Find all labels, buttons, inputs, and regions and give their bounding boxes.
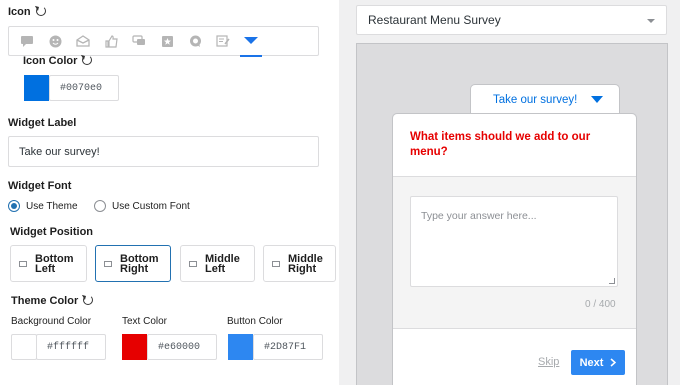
position-line-1: Bottom	[120, 252, 159, 265]
background-color-label: Background Color	[11, 316, 92, 327]
reset-icon[interactable]	[83, 295, 94, 305]
icon-color-swatch[interactable]	[24, 75, 49, 101]
chevron-down-icon	[647, 19, 655, 27]
smiley-icon[interactable]	[41, 27, 69, 55]
icon-color-input[interactable]: #0070e0	[49, 75, 119, 101]
text-color-label: Text Color	[122, 316, 168, 327]
middle-right-icon	[272, 260, 280, 267]
icon-color-heading: Icon Color	[23, 55, 93, 67]
use-theme-label: Use Theme	[26, 200, 78, 212]
icon-color-heading-text: Icon Color	[23, 55, 78, 67]
position-bottom-right-label: Bottom Right	[120, 252, 159, 275]
position-middle-left[interactable]: Middle Left	[180, 245, 255, 282]
survey-select-value: Restaurant Menu Survey	[368, 13, 501, 27]
button-color-swatch[interactable]	[228, 334, 253, 360]
middle-left-icon	[189, 260, 197, 267]
bottom-right-icon	[104, 260, 112, 267]
widget-position-heading: Widget Position	[10, 226, 94, 238]
star-message-icon[interactable]	[153, 27, 181, 55]
theme-color-heading-text: Theme Color	[11, 295, 79, 307]
position-line-2: Left	[35, 262, 56, 275]
reset-icon[interactable]	[82, 55, 93, 65]
use-custom-font-label: Use Custom Font	[112, 200, 190, 212]
text-color-input[interactable]: #e60000	[147, 334, 217, 360]
radio-unchecked[interactable]	[94, 200, 106, 212]
answer-placeholder: Type your answer here...	[421, 210, 537, 222]
button-color-input[interactable]: #2D87F1	[253, 334, 323, 360]
position-line-1: Middle	[288, 252, 323, 265]
use-custom-font-radio[interactable]: Use Custom Font	[94, 200, 190, 212]
icon-heading-text: Icon	[8, 6, 31, 18]
reset-icon[interactable]	[35, 6, 46, 16]
chat-bubble-icon[interactable]	[13, 27, 41, 55]
position-line-2: Left	[205, 262, 226, 275]
next-button-label: Next	[579, 356, 604, 369]
next-button[interactable]: Next	[571, 350, 625, 375]
chevron-right-icon	[610, 358, 617, 367]
survey-select[interactable]: Restaurant Menu Survey	[356, 5, 667, 35]
position-line-1: Bottom	[35, 252, 74, 265]
position-line-2: Right	[288, 262, 317, 275]
theme-color-heading: Theme Color	[11, 295, 94, 307]
position-bottom-left-label: Bottom Left	[35, 252, 74, 275]
answer-textarea[interactable]: Type your answer here...	[410, 196, 618, 287]
speech-bubble-icon[interactable]	[181, 27, 209, 55]
envelope-icon[interactable]	[69, 27, 97, 55]
icon-picker	[8, 26, 319, 57]
thumbs-up-icon[interactable]	[97, 27, 125, 55]
position-middle-left-label: Middle Left	[205, 252, 240, 275]
widget-label-input[interactable]: Take our survey!	[8, 136, 319, 167]
widget-tab-label: Take our survey!	[493, 93, 578, 106]
position-middle-right[interactable]: Middle Right	[263, 245, 336, 282]
char-count: 0 / 400	[585, 299, 616, 310]
radio-checked[interactable]	[8, 200, 20, 212]
widget-tab[interactable]: Take our survey!	[470, 84, 620, 114]
position-bottom-left[interactable]: Bottom Left	[10, 245, 87, 282]
widget-font-heading: Widget Font	[8, 180, 72, 192]
position-line-1: Middle	[205, 252, 240, 265]
text-color-swatch[interactable]	[122, 334, 147, 360]
resize-handle-icon[interactable]	[609, 278, 615, 284]
background-color-swatch[interactable]	[11, 334, 37, 360]
use-theme-radio[interactable]: Use Theme	[8, 200, 78, 212]
skip-link[interactable]: Skip	[538, 356, 559, 368]
position-bottom-right[interactable]: Bottom Right	[95, 245, 171, 282]
position-middle-right-label: Middle Right	[288, 252, 323, 275]
background-color-input[interactable]: #ffffff	[36, 334, 106, 360]
bottom-left-icon	[19, 260, 27, 267]
position-line-2: Right	[120, 262, 149, 275]
chat-bubbles-icon[interactable]	[125, 27, 153, 55]
caret-down-icon[interactable]	[237, 27, 265, 57]
caret-down-icon	[591, 96, 604, 103]
widget-label-heading: Widget Label	[8, 117, 77, 129]
button-color-label: Button Color	[227, 316, 283, 327]
survey-question: What items should we add to our menu?	[410, 131, 591, 158]
icon-heading: Icon	[8, 6, 46, 18]
form-edit-icon[interactable]	[209, 27, 237, 55]
